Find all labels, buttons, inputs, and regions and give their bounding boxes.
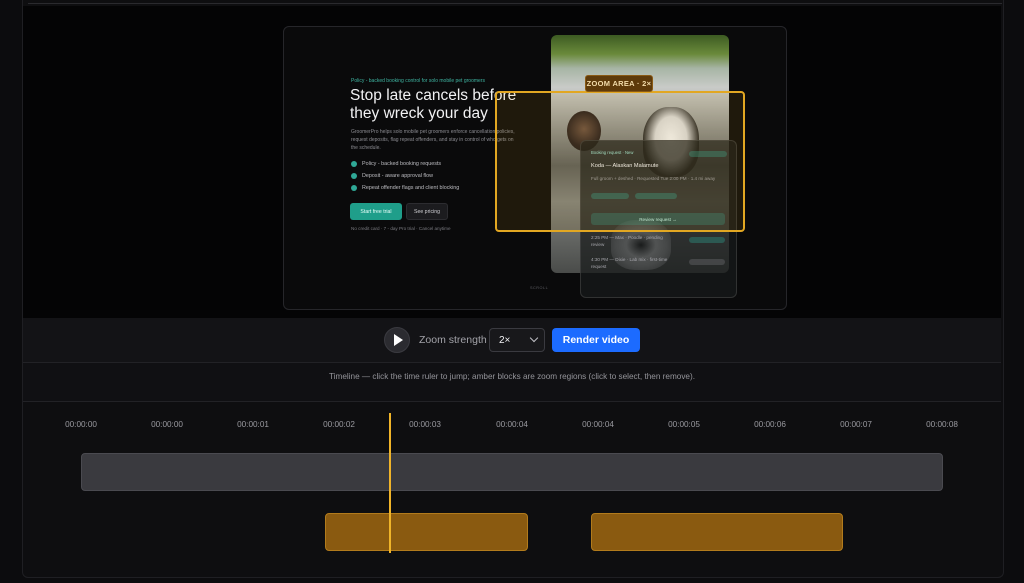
feature-label: Repeat offender flags and client blockin… <box>362 185 460 191</box>
time-ruler-tick[interactable]: 00:00:00 <box>51 420 111 429</box>
playhead[interactable] <box>389 413 391 553</box>
zoom-area-overlay[interactable] <box>495 91 745 232</box>
timeline-info-bar <box>23 363 1001 402</box>
feature-item: Deposit - aware approval flow <box>351 173 433 179</box>
zoom-region-block[interactable] <box>591 513 843 551</box>
see-pricing-button: See pricing <box>406 203 448 220</box>
zoom-strength-label: Zoom strength <box>419 334 487 346</box>
zoom-strength-value: 2× <box>499 335 511 346</box>
landing-fine-print: No credit card · 7 - day Pro trial · Can… <box>351 226 451 231</box>
zoom-region-block[interactable] <box>325 513 528 551</box>
time-ruler-tick[interactable]: 00:00:05 <box>654 420 714 429</box>
feature-item: Repeat offender flags and client blockin… <box>351 185 459 191</box>
check-icon <box>351 185 357 191</box>
time-ruler-tick[interactable]: 00:00:08 <box>912 420 972 429</box>
zoom-area-label: ZOOM AREA · 2× <box>585 75 653 92</box>
video-preview[interactable]: Policy - backed booking control for solo… <box>23 6 1001 318</box>
feature-label: Deposit - aware approval flow <box>362 173 434 179</box>
render-video-button[interactable]: Render video <box>552 328 640 352</box>
play-icon <box>394 334 403 346</box>
chevron-down-icon <box>529 333 539 343</box>
video-track[interactable] <box>81 453 943 491</box>
preview-frame: Policy - backed booking control for solo… <box>283 26 787 310</box>
time-ruler-tick[interactable]: 00:00:04 <box>568 420 628 429</box>
status-badge <box>689 237 725 243</box>
feature-label: Policy - backed booking requests <box>362 161 442 167</box>
landing-eyebrow: Policy - backed booking control for solo… <box>351 78 485 84</box>
start-trial-button: Start free trial <box>350 203 402 220</box>
time-ruler-tick[interactable]: 00:00:04 <box>482 420 542 429</box>
time-ruler-tick[interactable]: 00:00:07 <box>826 420 886 429</box>
time-ruler-tick[interactable]: 00:00:00 <box>137 420 197 429</box>
play-button[interactable] <box>384 327 410 353</box>
schedule-row: 2:25 PM — Max · Poodle · pending review <box>591 235 663 247</box>
feature-item: Policy - backed booking requests <box>351 161 441 167</box>
top-divider <box>28 3 1002 4</box>
timeline-hint: Timeline — click the time ruler to jump;… <box>329 372 695 381</box>
schedule-row: 4:30 PM — Dixie · Lab mix · first-time r… <box>591 257 668 269</box>
status-badge <box>689 259 725 265</box>
time-ruler-tick[interactable]: 00:00:02 <box>309 420 369 429</box>
zoom-strength-select[interactable]: 2× <box>489 328 545 352</box>
check-icon <box>351 173 357 179</box>
scroll-hint: SCROLL <box>530 286 549 290</box>
time-ruler-tick[interactable]: 00:00:06 <box>740 420 800 429</box>
time-ruler-tick[interactable]: 00:00:01 <box>223 420 283 429</box>
check-icon <box>351 161 357 167</box>
time-ruler-tick[interactable]: 00:00:03 <box>395 420 455 429</box>
